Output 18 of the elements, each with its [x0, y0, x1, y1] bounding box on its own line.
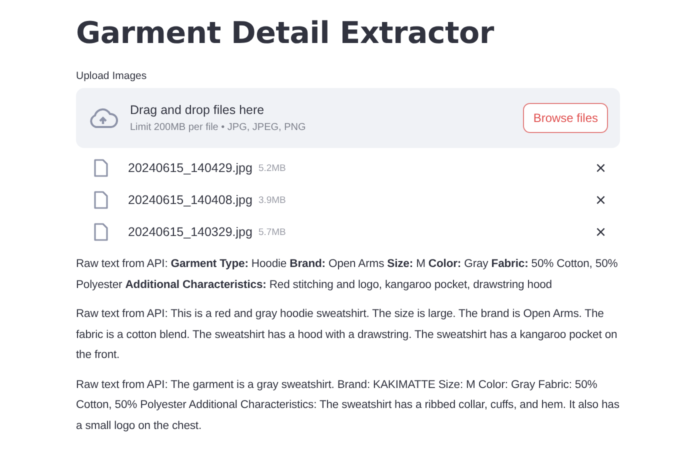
file-dropzone[interactable]: Drag and drop files here Limit 200MB per file • JPG, JPEG, PNG Browse files: [76, 88, 620, 148]
remove-file-button[interactable]: ×: [595, 190, 606, 210]
result-text: Raw text from API: Garment Type: Hoodie Brand: Open Arms Size: M Color: Gray Fabric: 50% Cotton, 50% Polyester Additional Characteristics: Red stitching and logo, kangaroo pocket, drawstring hood: [76, 257, 619, 292]
file-limits: Limit 200MB per file • JPG, JPEG, PNG: [130, 122, 307, 133]
file-size: 3.9MB: [258, 194, 287, 206]
file-size: 5.2MB: [258, 162, 287, 174]
remove-file-button[interactable]: ×: [595, 222, 606, 242]
dropzone-instructions: Drag and drop files here: [130, 103, 266, 117]
file-size: 5.7MB: [258, 226, 287, 238]
result-text: Raw text from API: The garment is a gray sweatshirt. Brand: KAKIMATTE Size: M Color: Gray Fabric: 50% Cotton, 50% Polyester Additional Characteristics: The sweatshirt has a ribbed collar, cuffs, and hem. It also has a small logo on the chest.: [76, 378, 620, 434]
browse-files-button[interactable]: Browse files: [523, 103, 608, 133]
result-text: Raw text from API: This is a red and gray hoodie sweatshirt. The size is large. The brand is Open Arms. The fabric is a cotton blend. The sweatshirt has a hood with a drawstring. The sweatshirt has a kangaroo pocket on the front.: [76, 307, 618, 363]
file-name: 20240615_140429.jpg: [128, 161, 252, 175]
page-title: Garment Detail Extractor: [76, 15, 496, 53]
field-label: Upload Images: [76, 70, 148, 82]
file-name: 20240615_140408.jpg: [128, 193, 252, 207]
file-name: 20240615_140329.jpg: [128, 225, 252, 239]
remove-file-button[interactable]: ×: [595, 158, 606, 178]
